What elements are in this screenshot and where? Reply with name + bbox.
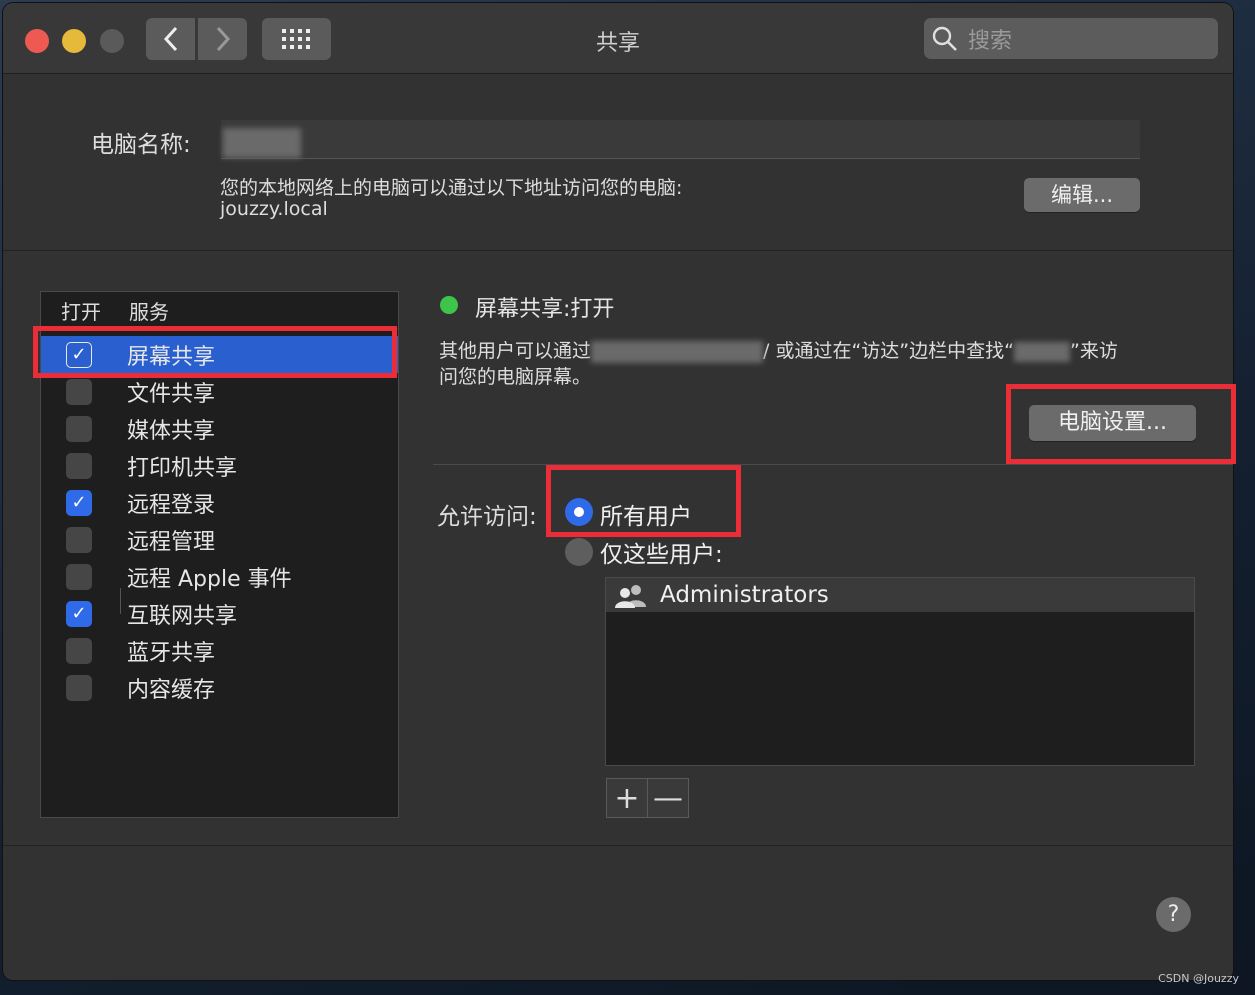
service-row-bluetooth-sharing[interactable]: 蓝牙共享 [41, 632, 398, 669]
service-name: 远程登录 [127, 492, 216, 518]
description-part-3: ”来访 [1070, 340, 1118, 362]
allow-access-label: 允许访问: [437, 504, 537, 530]
service-row-media-sharing[interactable]: 媒体共享 [41, 410, 398, 447]
divider-bottom [3, 845, 1233, 846]
column-service: 服务 [129, 299, 169, 324]
allowed-users-list[interactable]: Administrators [605, 577, 1195, 766]
checkbox-internet-sharing[interactable]: ✓ [66, 600, 92, 627]
status-indicator [440, 296, 458, 314]
description-line-1: 其他用户可以通过 / 或通过在“访达”边栏中查找“ ”来访 [439, 336, 1118, 363]
service-row-remote-apple-events[interactable]: 远程 Apple 事件 [41, 558, 398, 595]
checkbox-remote-apple-events[interactable] [66, 563, 92, 590]
service-name: 互联网共享 [127, 603, 238, 629]
service-row-remote-login[interactable]: ✓ 远程登录 [41, 484, 398, 521]
redacted-computer-name [1014, 341, 1070, 362]
divider-top [3, 250, 1233, 251]
option-only-these-users[interactable]: 仅这些用户: [600, 535, 723, 569]
service-name: 打印机共享 [127, 455, 238, 481]
services-header: 打开 服务 [41, 292, 398, 614]
remove-user-button[interactable]: — [647, 778, 689, 818]
group-icon [615, 585, 646, 608]
address-note: 您的本地网络上的电脑可以通过以下地址访问您的电脑: [220, 177, 683, 199]
service-name: 蓝牙共享 [127, 640, 216, 666]
watermark: CSDN @Jouzzy [1158, 972, 1239, 985]
computer-name-field[interactable] [221, 120, 1140, 159]
description-part-1: 其他用户可以通过 [439, 340, 592, 362]
service-name: 远程管理 [127, 529, 216, 555]
checkbox-remote-login[interactable]: ✓ [66, 489, 92, 516]
service-name: 文件共享 [127, 381, 216, 407]
service-row-remote-management[interactable]: 远程管理 [41, 521, 398, 558]
radio-only-these-users[interactable] [565, 538, 593, 566]
service-status: 屏幕共享:打开 [475, 297, 615, 322]
service-row-printer-sharing[interactable]: 打印机共享 [41, 447, 398, 484]
checkbox-bluetooth-sharing[interactable] [66, 637, 92, 664]
computer-name-label: 电脑名称: [91, 132, 191, 158]
annotation-box-all-users [546, 465, 741, 537]
checkbox-content-caching[interactable] [66, 674, 92, 701]
add-user-button[interactable]: + [606, 778, 648, 818]
description-part-2: / 或通过在“访达”边栏中查找“ [763, 340, 1014, 362]
annotation-box-computer-settings [1006, 384, 1236, 464]
redacted-name [223, 128, 301, 158]
checkbox-file-sharing[interactable] [66, 378, 92, 405]
title-bar: 共享 搜索 [3, 3, 1233, 74]
service-row-content-caching[interactable]: 内容缓存 [41, 669, 398, 706]
service-name: 媒体共享 [127, 418, 216, 444]
user-name: Administrators [660, 582, 829, 608]
service-row-internet-sharing[interactable]: ✓ 互联网共享 [41, 595, 398, 632]
checkbox-printer-sharing[interactable] [66, 452, 92, 479]
annotation-box-screen-sharing [33, 326, 397, 378]
redacted-address [591, 340, 764, 363]
search-field[interactable]: 搜索 [924, 18, 1218, 59]
checkbox-remote-management[interactable] [66, 526, 92, 553]
edit-button[interactable]: 编辑... [1024, 178, 1140, 212]
search-placeholder: 搜索 [968, 28, 1013, 54]
checkbox-media-sharing[interactable] [66, 415, 92, 442]
user-row[interactable]: Administrators [606, 578, 1194, 612]
help-button[interactable]: ? [1156, 897, 1191, 932]
service-name: 内容缓存 [127, 677, 216, 703]
search-icon [932, 26, 957, 51]
service-name: 远程 Apple 事件 [127, 566, 292, 592]
description-line-2: 问您的电脑屏幕。 [439, 366, 592, 388]
local-address: jouzzy.local [220, 198, 328, 220]
service-row-file-sharing[interactable]: 文件共享 [41, 373, 398, 410]
column-on: 打开 [61, 299, 101, 324]
